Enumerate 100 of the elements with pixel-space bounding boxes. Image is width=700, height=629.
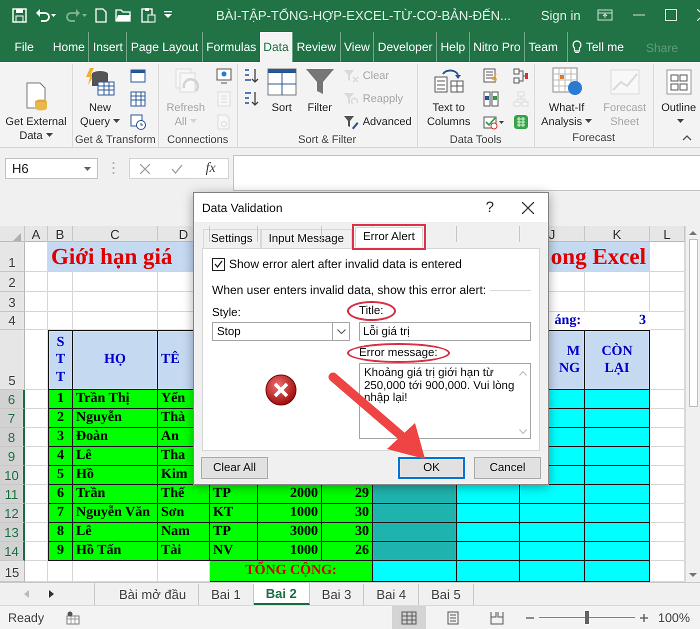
- row-header[interactable]: 10: [0, 466, 25, 485]
- table-cell: 3: [48, 428, 73, 447]
- table-cell: 9: [48, 542, 73, 561]
- ribbon-button[interactable]: Sort: [264, 64, 300, 117]
- group-label: Connections: [167, 133, 228, 148]
- table-cell: 4: [48, 447, 73, 466]
- table-cell: Lê: [73, 523, 158, 542]
- table-cell: Trần: [73, 485, 158, 504]
- table-cell: Thế: [158, 485, 210, 504]
- group-label: When user enters invalid data, show this error alert:: [212, 283, 486, 297]
- table-cell: Hồ Tấn: [73, 542, 158, 561]
- table-cell: 3000: [258, 523, 322, 542]
- field-label: Style:: [212, 307, 241, 319]
- ribbon-button[interactable]: Text to Columns: [420, 64, 478, 131]
- dialog-tab[interactable]: Error Alert: [355, 227, 423, 247]
- field-label: Title:: [359, 305, 384, 317]
- table-cell: NV: [210, 542, 258, 561]
- column-title: HỌ: [73, 330, 158, 390]
- column-header[interactable]: L: [663, 226, 671, 242]
- table-cell: Nguyễn Văn: [73, 504, 158, 523]
- dialog-tab[interactable]: Input Message: [260, 229, 352, 248]
- ribbon-button[interactable]: Get External Data: [2, 78, 70, 145]
- table-cell: Hồ: [73, 466, 158, 485]
- table-cell-text: 3: [638, 312, 647, 330]
- row-header[interactable]: 14: [0, 542, 25, 561]
- column-header[interactable]: A: [32, 226, 40, 242]
- name-box[interactable]: H6: [5, 158, 98, 179]
- field-label: Error message:: [359, 347, 438, 359]
- row-header[interactable]: 7: [0, 409, 25, 428]
- row-header[interactable]: 12: [0, 504, 25, 523]
- sheet-tab[interactable]: Bai 2: [254, 583, 310, 605]
- status-text: Ready: [8, 610, 44, 624]
- ribbon-tab[interactable]: Data: [260, 32, 292, 62]
- ribbon-button[interactable]: Filter: [302, 64, 338, 117]
- title-field[interactable]: Lỗi giá trị: [359, 322, 531, 341]
- ribbon-tab[interactable]: Home: [49, 32, 88, 62]
- table-cell: 5: [48, 466, 73, 485]
- table-cell: KT: [210, 504, 258, 523]
- help-button[interactable]: ?: [486, 199, 494, 216]
- table-cell: Sơn: [158, 504, 210, 523]
- table-cell: 6: [48, 485, 73, 504]
- row-header[interactable]: 4: [0, 312, 25, 330]
- column-header[interactable]: D: [178, 226, 188, 242]
- table-cell: Trần Thị: [73, 390, 158, 409]
- table-cell: TP: [210, 485, 258, 504]
- row-header[interactable]: 3: [0, 292, 25, 312]
- ribbon-button[interactable]: What-If Analysis: [536, 64, 597, 131]
- table-cell: Lê: [73, 447, 158, 466]
- table-cell: 26: [322, 542, 373, 561]
- table-cell: 2: [48, 409, 73, 428]
- column-title: CÒN LẠI: [585, 330, 650, 390]
- table-cell: 8: [48, 523, 73, 542]
- ribbon-button[interactable]: Outline: [656, 64, 700, 131]
- dialog-tab[interactable]: Settings: [203, 229, 261, 248]
- table-cell: 30: [322, 504, 373, 523]
- row-header[interactable]: 6: [0, 390, 25, 409]
- group-label: Data Tools: [450, 133, 502, 148]
- table-cell: 1: [48, 390, 73, 409]
- row-header[interactable]: 11: [0, 485, 25, 504]
- dialog-button[interactable]: Clear All: [201, 456, 268, 478]
- table-cell: Tài: [158, 542, 210, 561]
- table-cell: Nguyễn: [73, 409, 158, 428]
- row-header[interactable]: 15: [0, 561, 25, 582]
- table-cell: Nam: [158, 523, 210, 542]
- row-header[interactable]: 9: [0, 447, 25, 466]
- table-cell: 30: [322, 523, 373, 542]
- column-title: STT: [48, 330, 73, 390]
- column-header[interactable]: C: [110, 226, 120, 242]
- dialog-button[interactable]: OK: [398, 456, 465, 478]
- group-label: Forecast: [572, 131, 616, 146]
- ribbon-button[interactable]: Advanced: [340, 110, 415, 133]
- total-label: TỔNG CỘNG:: [210, 561, 373, 582]
- message-field[interactable]: Khoảng giá trị giới hạn từ 250,000 tới 900,000. Vui lòng nhập lại!: [359, 363, 531, 439]
- row-header[interactable]: 13: [0, 523, 25, 542]
- table-cell: 29: [322, 485, 373, 504]
- table-cell: 2000: [258, 485, 322, 504]
- dialog-title: Data Validation: [202, 200, 282, 214]
- zoom-level[interactable]: 100%: [658, 610, 690, 624]
- window-title: BÀI-TẬP-TỔNG-HỢP-EXCEL-TỪ-CƠ-BẢN-ĐẾN...: [216, 8, 511, 22]
- table-cell: 1000: [258, 504, 322, 523]
- style-dropdown[interactable]: Stop: [212, 322, 350, 341]
- column-header[interactable]: J: [548, 226, 556, 242]
- table-cell-text: áng:: [554, 312, 582, 330]
- table-cell: TP: [210, 523, 258, 542]
- sign-in-link[interactable]: Sign in: [540, 8, 581, 22]
- row-header[interactable]: 2: [0, 272, 25, 292]
- row-header[interactable]: 8: [0, 428, 25, 447]
- table-cell: Đoàn: [73, 428, 158, 447]
- column-header[interactable]: K: [612, 226, 622, 242]
- group-label: Get & Transform: [75, 133, 156, 148]
- row-header[interactable]: 1: [0, 242, 25, 272]
- column-header[interactable]: B: [56, 226, 64, 242]
- dialog-button[interactable]: Cancel: [474, 456, 541, 478]
- table-cell: 1000: [258, 542, 322, 561]
- insert-function-button[interactable]: fx: [204, 160, 218, 176]
- group-label: Sort & Filter: [298, 133, 356, 148]
- table-cell: 7: [48, 504, 73, 523]
- ribbon-tab[interactable]: File: [11, 32, 38, 62]
- ribbon-button[interactable]: New Query: [75, 64, 125, 131]
- row-header[interactable]: 5: [0, 330, 25, 390]
